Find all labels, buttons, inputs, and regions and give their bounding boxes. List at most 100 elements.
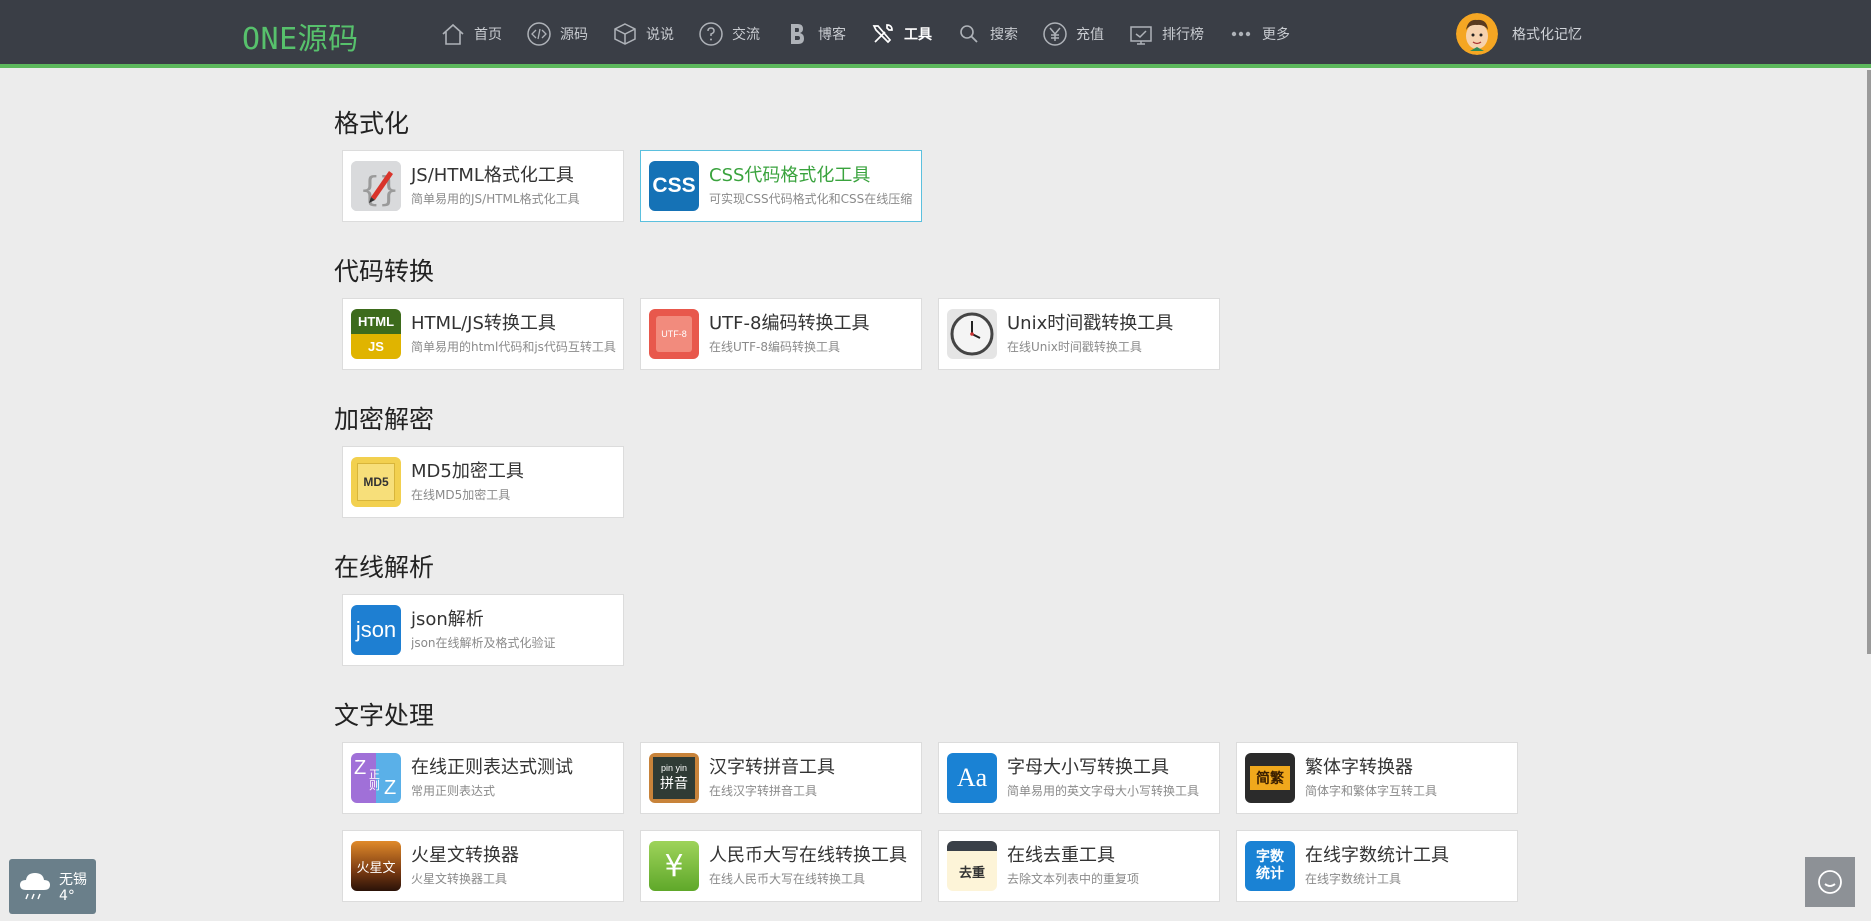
top-navbar: ONE源码 首页 源码 说说 交流 博客 工具 搜索 充值 排行榜 更多 格式化… [0, 0, 1871, 68]
section-title-code-convert: 代码转换 [334, 257, 435, 286]
tool-card-html-js[interactable]: HTML JS HTML/JS转换工具 简单易用的html代码和js代码互转工具 [342, 298, 624, 370]
js-html-format-icon: { } [351, 161, 401, 211]
nav-recharge[interactable]: 充值 [1042, 0, 1104, 68]
yen-icon-text: ¥ [664, 848, 684, 884]
tool-title: 汉字转拼音工具 [709, 757, 835, 778]
html-js-icon: HTML JS [351, 309, 401, 359]
nav-shuoshuo[interactable]: 说说 [612, 0, 674, 68]
tool-card-pinyin[interactable]: pin yin 拼音 汉字转拼音工具 在线汉字转拼音工具 [640, 742, 922, 814]
home-icon [440, 21, 466, 47]
nav-more-label: 更多 [1262, 27, 1290, 43]
tool-desc: 在线人民币大写在线转换工具 [709, 872, 866, 886]
user-menu[interactable]: 格式化记忆 [1456, 13, 1582, 55]
scrollbar[interactable] [1867, 70, 1871, 654]
tool-title: Unix时间戳转换工具 [1007, 313, 1174, 334]
regex-z-bottom: Z [384, 777, 397, 799]
weather-temp: 4° [59, 888, 75, 904]
blog-b-icon [784, 21, 810, 47]
json-icon-text: json [355, 617, 397, 642]
tool-desc: 简单易用的JS/HTML格式化工具 [411, 192, 580, 206]
nav-home-label: 首页 [474, 27, 502, 43]
martian-icon-text: 火星文 [356, 860, 396, 876]
traditional-chinese-icon: 简繁 [1245, 753, 1295, 803]
tool-desc: 常用正则表达式 [411, 784, 496, 798]
dedupe-icon-text: 去重 [958, 865, 985, 881]
tool-card-martian[interactable]: 火星文 火星文转换器 火星文转换器工具 [342, 830, 624, 902]
tool-title: 人民币大写在线转换工具 [709, 845, 907, 866]
tool-title: 在线字数统计工具 [1305, 845, 1449, 866]
tool-card-unix-time[interactable]: Unix时间戳转换工具 在线Unix时间戳转换工具 [938, 298, 1220, 370]
nav-tools-label: 工具 [904, 27, 932, 43]
nav-ranking[interactable]: 排行榜 [1128, 0, 1204, 68]
weather-city: 无锡 [59, 872, 87, 888]
regex-icon: Z 正则 Z [351, 753, 401, 803]
tool-desc: 在线汉字转拼音工具 [709, 784, 818, 798]
nav-tools[interactable]: 工具 [870, 0, 932, 68]
tool-desc: 在线字数统计工具 [1305, 872, 1402, 886]
nav-ranking-label: 排行榜 [1162, 27, 1204, 43]
word-count-icon: 字数统计 [1245, 841, 1295, 891]
nav-recharge-label: 充值 [1076, 27, 1104, 43]
tool-card-word-count[interactable]: 字数统计 在线字数统计工具 在线字数统计工具 [1236, 830, 1518, 902]
tools-icon [870, 21, 896, 47]
nav-source[interactable]: 源码 [526, 0, 588, 68]
css-icon: CSS [649, 161, 699, 211]
tool-title: 在线去重工具 [1007, 845, 1115, 866]
fan-jian-text: 简繁 [1250, 766, 1290, 790]
tool-card-js-html-format[interactable]: { } JS/HTML格式化工具 简单易用的JS/HTML格式化工具 [342, 150, 624, 222]
regex-z-top: Z [354, 757, 367, 779]
nav-blog-label: 博客 [818, 27, 846, 43]
pinyin-icon: pin yin 拼音 [649, 753, 699, 803]
nav-exchange[interactable]: 交流 [698, 0, 760, 68]
tool-title: JS/HTML格式化工具 [411, 165, 574, 186]
nav-home[interactable]: 首页 [440, 0, 502, 68]
css-icon-text: CSS [652, 174, 696, 197]
utf8-icon: UTF-8 [649, 309, 699, 359]
tool-title: UTF-8编码转换工具 [709, 313, 870, 334]
tool-card-dedupe[interactable]: 去重 在线去重工具 去除文本列表中的重复项 [938, 830, 1220, 902]
tool-card-letter-case[interactable]: Aa 字母大小写转换工具 简单易用的英文字母大小写转换工具 [938, 742, 1220, 814]
tool-desc: 可实现CSS代码格式化和CSS在线压缩 [709, 192, 913, 206]
tool-desc: 简单易用的英文字母大小写转换工具 [1007, 784, 1200, 798]
more-dots-icon [1228, 21, 1254, 47]
tool-desc: 在线UTF-8编码转换工具 [709, 340, 840, 354]
dedupe-icon: 去重 [947, 841, 997, 891]
js-label: JS [351, 334, 401, 359]
nav-exchange-label: 交流 [732, 27, 760, 43]
letter-case-icon-text: Aa [956, 763, 988, 792]
chat-button[interactable] [1805, 857, 1855, 907]
letter-case-icon: Aa [947, 753, 997, 803]
tool-card-md5[interactable]: MD5 MD5加密工具 在线MD5加密工具 [342, 446, 624, 518]
nav-shuoshuo-label: 说说 [646, 27, 674, 43]
tool-card-css-format[interactable]: CSS CSS代码格式化工具 可实现CSS代码格式化和CSS在线压缩 [640, 150, 922, 222]
html-label: HTML [351, 309, 401, 334]
nav-source-label: 源码 [560, 27, 588, 43]
tool-card-traditional[interactable]: 简繁 繁体字转换器 简体字和繁体字互转工具 [1236, 742, 1518, 814]
tool-title: 火星文转换器 [411, 845, 519, 866]
nav-blog[interactable]: 博客 [784, 0, 846, 68]
tool-title: 在线正则表达式测试 [411, 757, 573, 778]
rmb-icon: ¥ [649, 841, 699, 891]
tool-card-utf8[interactable]: UTF-8 UTF-8编码转换工具 在线UTF-8编码转换工具 [640, 298, 922, 370]
section-title-format: 格式化 [334, 109, 410, 138]
tool-title: 字母大小写转换工具 [1007, 757, 1169, 778]
tool-card-json[interactable]: json json解析 json在线解析及格式化验证 [342, 594, 624, 666]
site-logo[interactable]: ONE源码 [242, 14, 359, 58]
nav-more[interactable]: 更多 [1228, 0, 1290, 68]
md5-icon: MD5 [351, 457, 401, 507]
tool-title: HTML/JS转换工具 [411, 313, 556, 334]
utf8-icon-text: UTF-8 [656, 316, 692, 352]
section-title-encrypt: 加密解密 [334, 405, 435, 434]
section-title-parse: 在线解析 [334, 553, 435, 582]
code-icon [526, 21, 552, 47]
tool-desc: 去除文本列表中的重复项 [1007, 872, 1140, 886]
weather-widget[interactable]: 无锡 4° [9, 859, 96, 914]
cube-icon [612, 21, 638, 47]
json-icon: json [351, 605, 401, 655]
md5-icon-text: MD5 [357, 463, 395, 501]
tool-desc: 火星文转换器工具 [411, 872, 508, 886]
avatar [1456, 13, 1498, 55]
tool-card-regex[interactable]: Z 正则 Z 在线正则表达式测试 常用正则表达式 [342, 742, 624, 814]
tool-card-rmb[interactable]: ¥ 人民币大写在线转换工具 在线人民币大写在线转换工具 [640, 830, 922, 902]
nav-search[interactable]: 搜索 [956, 0, 1018, 68]
